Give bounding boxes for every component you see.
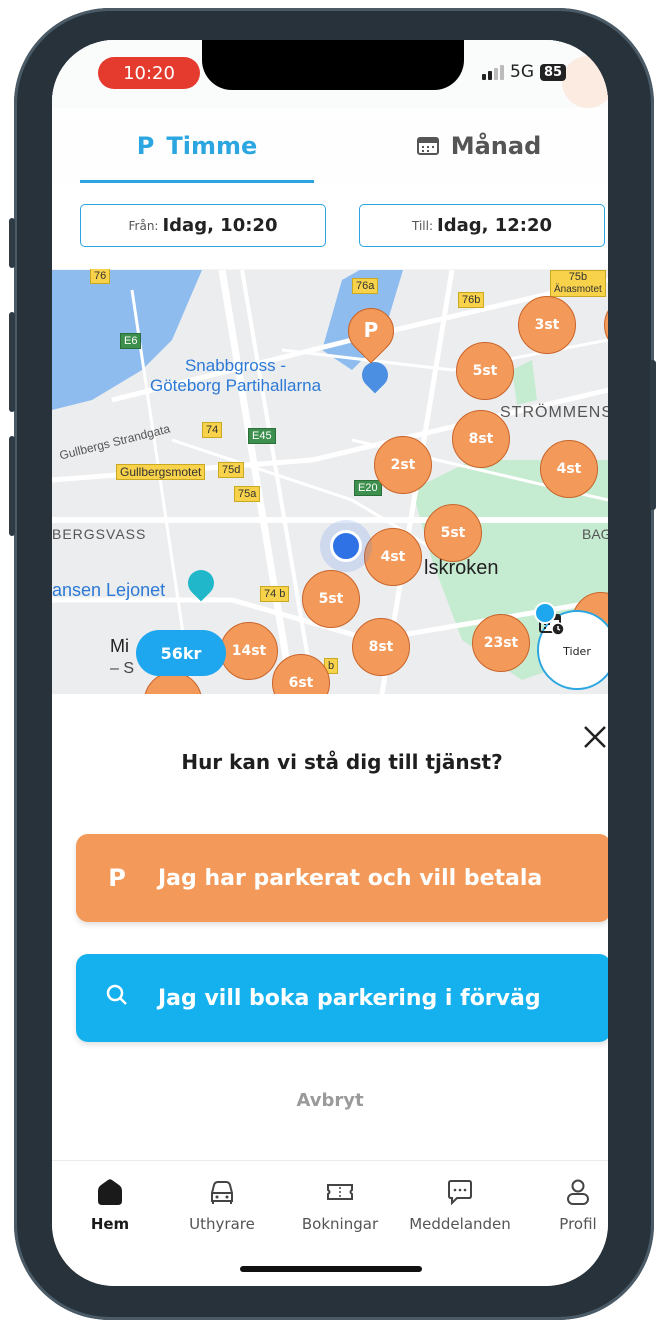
tider-indicator-dot	[534, 602, 556, 624]
parking-cluster[interactable]: 5st	[424, 504, 482, 562]
to-date-field[interactable]: Till: Idag, 12:20	[359, 204, 605, 247]
poi-label[interactable]: Snabbgross - Göteborg Partihallarna	[150, 356, 321, 396]
network-type: 5G	[510, 62, 534, 82]
nav-item-hem[interactable]: Hem	[55, 1175, 165, 1233]
parking-cluster[interactable]: 2st	[374, 436, 432, 494]
road-badge: E20	[354, 480, 382, 496]
area-label: BERGSVASS	[52, 526, 147, 542]
status-indicators: 5G 85	[482, 62, 567, 82]
book-parking-label: Jag vill boka parkering i förväg	[158, 985, 541, 1011]
road-badge: 76a	[352, 278, 379, 294]
parking-cluster[interactable]: 14st	[220, 622, 278, 680]
mute-switch	[9, 218, 15, 268]
nav-label: Meddelanden	[409, 1215, 511, 1233]
road-badge: 74 b	[260, 586, 290, 602]
sheet-prompt: Hur kan vi stå dig till tjänst?	[181, 750, 503, 774]
road-badge: 74	[202, 422, 223, 438]
parking-marker-label: P	[363, 318, 379, 342]
tider-label: Tider	[563, 645, 591, 658]
area-label: BAG	[582, 526, 608, 542]
from-value: Idag, 10:20	[162, 215, 278, 236]
nav-label: Hem	[90, 1215, 130, 1233]
tab-manad[interactable]: Månad	[362, 108, 596, 184]
nav-item-profil[interactable]: Profil	[523, 1175, 608, 1233]
road-badge: 75b Änasmotet	[550, 270, 606, 297]
volume-down-button	[9, 436, 15, 536]
parking-cluster[interactable]: 5st	[302, 570, 360, 628]
camera-notch	[202, 40, 464, 90]
area-label: STRÖMMENS	[500, 404, 608, 421]
parking-cluster[interactable]: 8st	[352, 618, 410, 676]
user-location-dot	[330, 530, 362, 562]
chat-icon	[448, 1180, 472, 1206]
parking-cluster[interactable]: 4st	[364, 528, 422, 586]
home-icon	[98, 1179, 122, 1205]
place-label: ansen Lejonet	[52, 580, 166, 600]
place-label: – S	[110, 660, 135, 677]
tab-timme[interactable]: P Timme	[80, 108, 314, 184]
road-badge: 76	[90, 268, 111, 284]
parking-cluster[interactable]: 4st	[540, 440, 598, 498]
search-icon	[76, 983, 158, 1013]
road-badge: 76b	[458, 292, 485, 308]
power-button	[650, 360, 656, 510]
nav-item-bokningar[interactable]: Bokningar	[285, 1175, 395, 1233]
place-label: Mi	[110, 636, 129, 656]
parking-cluster[interactable]: 23st	[472, 614, 530, 672]
nav-label: Uthyrare	[189, 1215, 255, 1233]
parking-cluster[interactable]: 5st	[456, 342, 514, 400]
close-icon[interactable]	[580, 722, 608, 752]
cancel-button[interactable]: Avbryt	[52, 1090, 608, 1111]
nav-label: Profil	[559, 1215, 597, 1233]
home-indicator	[240, 1266, 422, 1272]
pay-parking-label: Jag har parkerat och vill betala	[158, 865, 543, 891]
nav-item-meddelanden[interactable]: Meddelanden	[405, 1175, 515, 1233]
road-badge: 75a	[234, 486, 261, 502]
active-tab-indicator	[80, 180, 314, 183]
pay-parking-button[interactable]: P Jag har parkerat och vill betala	[76, 834, 608, 922]
road-badge: E6	[120, 333, 142, 349]
battery-icon: 85	[540, 63, 567, 81]
to-label: Till:	[411, 218, 433, 233]
road-badge: 75d	[218, 462, 245, 478]
calendar-icon	[416, 137, 439, 155]
parking-cluster[interactable]: 8st	[452, 410, 510, 468]
tab-label: Månad	[450, 132, 542, 160]
signal-icon	[482, 64, 504, 80]
tab-label: Timme	[166, 132, 258, 160]
nav-item-uthyrare[interactable]: Uthyrare	[167, 1175, 277, 1233]
book-parking-button[interactable]: Jag vill boka parkering i förväg	[76, 954, 608, 1042]
tab-bar: P Timme Månad	[52, 108, 608, 185]
road-badge: Gullbergsmotet	[116, 464, 206, 480]
price-pill[interactable]: 56kr	[136, 630, 226, 676]
parking-p-icon: P	[136, 132, 155, 160]
from-label: Från:	[128, 218, 159, 233]
volume-up-button	[9, 312, 15, 412]
parking-p-icon: P	[108, 864, 126, 892]
status-time: 10:20	[98, 57, 200, 89]
nav-label: Bokningar	[301, 1215, 379, 1233]
date-range-row: Från: Idag, 10:20 Till: Idag, 12:20	[52, 184, 608, 269]
ticket-icon	[327, 1184, 353, 1200]
road-badge: E45	[248, 428, 276, 444]
parking-cluster[interactable]: 3st	[518, 296, 576, 354]
to-value: Idag, 12:20	[437, 215, 553, 236]
profile-icon	[567, 1179, 589, 1205]
from-date-field[interactable]: Från: Idag, 10:20	[80, 204, 326, 247]
app-screen: 76 76a 76b 75b Änasmotet E6 74 E45 Gullbe…	[52, 40, 608, 1286]
car-icon	[211, 1181, 233, 1204]
